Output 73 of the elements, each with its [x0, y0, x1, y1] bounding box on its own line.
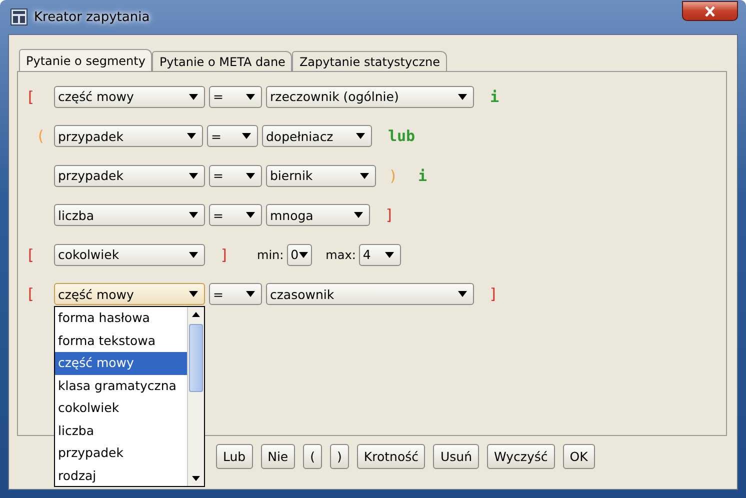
dropdown[interactable]: 0	[286, 244, 312, 266]
dropdown[interactable]: =	[207, 125, 258, 148]
bracket-symbol: ]	[490, 285, 497, 304]
logic-operator: lub	[388, 127, 416, 146]
action-button[interactable]: (	[303, 444, 322, 469]
dropdown[interactable]: =	[209, 283, 262, 306]
dropdown[interactable]: 4	[358, 244, 401, 266]
caret-icon	[246, 172, 255, 179]
dropdown[interactable]: czasownik	[266, 283, 474, 306]
bracket-symbol: ]	[221, 246, 228, 264]
action-button[interactable]: Wyczyść	[487, 444, 555, 469]
list-item[interactable]: przypadek	[55, 442, 187, 465]
caret-icon	[354, 212, 363, 218]
window-title: Kreator zapytania	[34, 10, 150, 24]
caret-icon	[189, 291, 198, 298]
app-icon	[10, 8, 28, 26]
caret-icon	[360, 172, 369, 179]
caret-icon	[458, 291, 467, 298]
dropdown[interactable]: mnoga	[266, 204, 370, 226]
dropdown[interactable]: liczba	[54, 204, 205, 226]
bracket-symbol: [	[28, 285, 35, 304]
caret-icon	[189, 94, 198, 100]
dropdown[interactable]: dopełniacz	[262, 125, 372, 148]
action-button[interactable]: Usuń	[433, 444, 479, 469]
dropdown[interactable]: przypadek	[54, 164, 205, 187]
parenthesis-symbol: (	[38, 127, 45, 146]
parenthesis-symbol: )	[390, 166, 397, 185]
bracket-symbol: [	[28, 246, 35, 264]
caret-icon	[384, 252, 394, 258]
field-label: min:	[257, 248, 284, 262]
list-item[interactable]: część mowy	[55, 352, 187, 375]
dropdown[interactable]: przypadek	[54, 125, 203, 148]
caret-icon	[189, 212, 198, 218]
caret-icon	[246, 212, 255, 218]
bracket-symbol: ]	[386, 206, 393, 224]
list-item[interactable]: liczba	[55, 420, 187, 442]
caret-icon	[189, 172, 198, 179]
caret-icon	[242, 133, 251, 140]
tab[interactable]: Pytanie o segmenty	[19, 49, 152, 71]
caret-icon	[298, 252, 308, 258]
caret-icon	[356, 133, 365, 140]
action-button[interactable]: Nie	[260, 444, 296, 469]
list-item[interactable]: cokolwiek	[55, 397, 187, 420]
caret-icon	[189, 252, 198, 258]
logic-operator: i	[418, 166, 428, 185]
tab[interactable]: Pytanie o META dane	[152, 51, 292, 71]
dropdown[interactable]: część mowy	[54, 283, 205, 306]
list-item[interactable]: forma tekstowa	[55, 330, 187, 352]
close-icon	[704, 6, 716, 16]
dropdown[interactable]: =	[209, 164, 262, 187]
list-item[interactable]: forma hasłowa	[55, 307, 187, 330]
action-button[interactable]: OK	[562, 444, 595, 469]
dropdown[interactable]: =	[209, 86, 262, 108]
dropdown[interactable]: część mowy	[54, 86, 205, 108]
list-item[interactable]: rodzaj	[55, 464, 187, 486]
action-button[interactable]: Lub	[216, 444, 253, 469]
bracket-symbol: [	[28, 88, 35, 106]
list-item[interactable]: klasa gramatyczna	[55, 374, 187, 398]
scrollbar[interactable]	[187, 307, 204, 486]
tab[interactable]: Zapytanie statystyczne	[292, 51, 448, 71]
logic-operator: i	[490, 88, 500, 106]
action-button[interactable]: )	[330, 444, 349, 469]
dropdown[interactable]: =	[209, 204, 262, 226]
action-button[interactable]: Krotność	[356, 444, 426, 469]
field-label: max:	[326, 248, 356, 262]
caret-icon	[246, 94, 255, 100]
caret-icon	[458, 94, 467, 100]
close-button[interactable]	[682, 1, 738, 21]
dropdown[interactable]: cokolwiek	[54, 244, 205, 266]
caret-icon	[187, 133, 196, 140]
caret-icon	[246, 291, 255, 298]
dropdown[interactable]: rzeczownik (ogólnie)	[266, 86, 474, 108]
dropdown[interactable]: biernik	[266, 164, 376, 187]
